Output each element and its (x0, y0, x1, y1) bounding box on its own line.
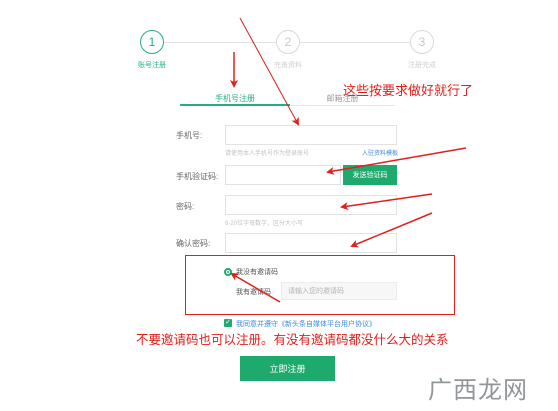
agree-checkbox[interactable]: ✓ (224, 319, 232, 327)
step-2-label: 完善资料 (274, 62, 302, 69)
password-label: 密码: (176, 202, 195, 211)
step-connector-1 (164, 42, 276, 43)
step-1-label: 账号注册 (138, 62, 166, 69)
code-label: 手机验证码: (176, 172, 219, 181)
tab-phone-register[interactable]: 手机号注册 (180, 93, 290, 104)
step-2-circle: 2 (276, 30, 300, 54)
phone-template-link[interactable]: 入驻资料模板 (362, 148, 398, 157)
top-annotation-note: 这些按要求做好就行了 (343, 83, 474, 98)
bottom-annotation-note: 不要邀请码也可以注册。有没有邀请码都没什么大的关系 (136, 333, 449, 347)
phone-input[interactable] (225, 125, 397, 145)
site-watermark: 广西龙网 (428, 378, 528, 404)
password-input[interactable] (225, 195, 397, 215)
step-3-label: 注册完成 (408, 62, 436, 69)
tab-divider-line (290, 105, 395, 106)
confirm-password-label: 确认密码: (176, 239, 211, 248)
step-1-circle: 1 (140, 30, 164, 54)
invite-highlight-box (185, 255, 455, 315)
send-code-button[interactable]: 发送验证码 (343, 165, 397, 185)
phone-label: 手机号: (176, 131, 203, 140)
code-input[interactable] (225, 165, 341, 185)
step-3-circle: 3 (410, 30, 434, 54)
agree-text[interactable]: 我同意并遵守《新头条自媒体平台用户协议》 (236, 319, 376, 329)
step-connector-2 (300, 42, 410, 43)
tab-active-underline (180, 104, 290, 106)
submit-register-button[interactable]: 立即注册 (240, 356, 335, 381)
phone-hint: 请使用本人手机号作为登录账号 (225, 151, 310, 157)
password-hint: 6-20位字母数字，区分大小写 (225, 221, 304, 227)
confirm-password-input[interactable] (225, 233, 397, 253)
